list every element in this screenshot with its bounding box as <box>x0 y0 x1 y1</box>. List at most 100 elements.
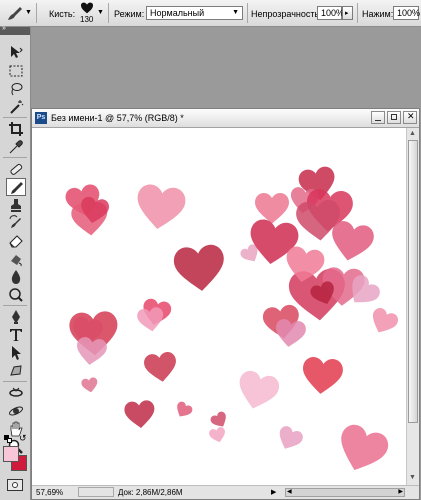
heart-stroke <box>81 377 98 393</box>
marquee-tool[interactable] <box>6 62 26 80</box>
3d-orbit-tool[interactable] <box>6 402 26 420</box>
type-icon <box>10 329 22 341</box>
path-select-icon <box>12 346 21 360</box>
heart-stroke <box>276 319 306 347</box>
foreground-color-swatch[interactable] <box>3 446 19 462</box>
brush-icon <box>11 182 23 194</box>
document-size: Док: 2,86M/2,86M <box>118 488 183 497</box>
scroll-up-icon[interactable]: ▲ <box>407 128 418 139</box>
history-brush-icon <box>9 215 21 228</box>
3d-rotate-tool[interactable] <box>6 384 26 402</box>
path-select-tool[interactable] <box>6 344 26 362</box>
eraser-tool[interactable] <box>6 232 26 250</box>
vertical-scrollbar[interactable]: ▲ ▼ <box>406 128 419 485</box>
shape-tool[interactable] <box>6 362 26 380</box>
toolbox-header[interactable]: » <box>0 25 30 35</box>
mode-label: Режим: <box>114 9 145 19</box>
heart-stroke <box>332 221 374 261</box>
horizontal-scrollbar[interactable]: ◀ ▶ <box>285 488 405 497</box>
mode-value: Нормальный <box>150 8 205 18</box>
magic-wand-icon <box>10 100 24 114</box>
dodge-tool[interactable] <box>6 286 26 304</box>
blur-tool[interactable] <box>6 268 26 286</box>
history-brush-tool[interactable] <box>6 214 26 232</box>
chevron-right-icon: ▸ <box>345 10 349 17</box>
pen-tool[interactable] <box>6 308 26 326</box>
type-tool[interactable] <box>6 326 26 344</box>
quick-mask-button[interactable] <box>7 479 23 491</box>
pen-icon <box>12 310 20 324</box>
heart-stroke <box>137 184 186 230</box>
document-title: Без имени-1 @ 57,7% (RGB/8) * <box>51 113 184 123</box>
opacity-label: Непрозрачность: <box>251 9 322 19</box>
magic-wand-tool[interactable] <box>6 98 26 116</box>
3d-rotate-icon <box>9 387 23 397</box>
heart-stroke <box>124 400 155 428</box>
photoshop-doc-icon: Ps <box>35 112 47 124</box>
document-window: Ps Без имени-1 @ 57,7% (RGB/8) * ✕ ▲ ▼ 5… <box>31 108 420 500</box>
heart-stroke <box>177 401 193 417</box>
zoom-level[interactable]: 57,69% <box>36 488 63 497</box>
pressure-field[interactable]: 100% <box>393 6 421 20</box>
heart-stroke <box>77 337 107 365</box>
minimize-icon <box>375 120 381 121</box>
heart-stroke <box>341 424 389 471</box>
lasso-tool[interactable] <box>6 80 26 98</box>
crop-icon <box>9 122 23 136</box>
gradient-tool[interactable] <box>6 250 26 268</box>
swap-colors-icon[interactable]: ↺ <box>19 433 27 444</box>
brush-tool[interactable] <box>6 178 26 196</box>
maximize-icon <box>391 114 397 120</box>
maximize-button[interactable] <box>387 111 401 124</box>
eyedropper-icon <box>9 140 23 154</box>
healing-brush-tool[interactable] <box>6 160 26 178</box>
marquee-icon <box>9 65 23 77</box>
opacity-value: 100% <box>321 8 345 18</box>
pressure-label: Нажим: <box>362 9 394 19</box>
close-icon: ✕ <box>407 111 415 121</box>
options-bar: ▼ Кисть: 130 ▼ Режим: Нормальный ▼ Непро… <box>0 0 421 27</box>
mode-select[interactable]: Нормальный ▼ <box>146 6 243 20</box>
pressure-value: 100% <box>397 8 421 18</box>
close-button[interactable]: ✕ <box>403 111 417 124</box>
eyedropper-tool[interactable] <box>6 138 26 156</box>
heart-stroke <box>209 427 225 443</box>
move-icon <box>11 46 23 58</box>
opacity-slider-button[interactable]: ▸ <box>342 6 353 20</box>
default-colors-icon[interactable] <box>4 435 12 443</box>
3d-orbit-icon <box>9 406 23 416</box>
lasso-icon <box>11 83 23 96</box>
brush-tool-icon[interactable] <box>5 4 25 22</box>
heart-stroke <box>303 357 343 394</box>
gradient-icon <box>11 255 22 267</box>
scroll-right-icon[interactable]: ▶ <box>398 488 403 495</box>
eraser-icon <box>9 235 23 248</box>
opacity-field[interactable]: 100% <box>317 6 345 20</box>
document-title-bar[interactable]: Ps Без имени-1 @ 57,7% (RGB/8) * ✕ <box>32 109 419 128</box>
status-frame <box>78 487 114 497</box>
dodge-icon <box>9 288 23 302</box>
scroll-left-icon[interactable]: ◀ <box>287 488 292 495</box>
status-menu-arrow-icon[interactable]: ▶ <box>271 488 276 496</box>
heart-stroke <box>144 352 176 382</box>
heart-stroke <box>137 307 164 332</box>
status-bar: 57,69% Док: 2,86M/2,86M ▶ ◀ ▶ <box>32 485 419 499</box>
minimize-button[interactable] <box>371 111 385 124</box>
tool-preset-arrow-icon[interactable]: ▼ <box>25 9 32 16</box>
brush-size-value: 130 <box>80 15 94 24</box>
heart-stroke <box>372 307 398 333</box>
scroll-thumb[interactable] <box>408 140 418 423</box>
scroll-down-icon[interactable]: ▼ <box>407 472 418 483</box>
stamp-tool[interactable] <box>6 196 26 214</box>
shape-icon <box>10 365 22 376</box>
crop-tool[interactable] <box>6 120 26 138</box>
canvas[interactable] <box>32 128 406 485</box>
heart-stroke <box>239 370 280 409</box>
brush-preview-heart-icon[interactable] <box>80 2 94 14</box>
brush-picker-arrow-icon[interactable]: ▼ <box>97 9 104 16</box>
quick-mask-icon <box>12 482 18 488</box>
move-tool[interactable] <box>6 43 26 61</box>
healing-brush-icon <box>10 163 23 175</box>
chevron-down-icon: ▼ <box>232 9 239 16</box>
stamp-icon <box>11 199 21 212</box>
